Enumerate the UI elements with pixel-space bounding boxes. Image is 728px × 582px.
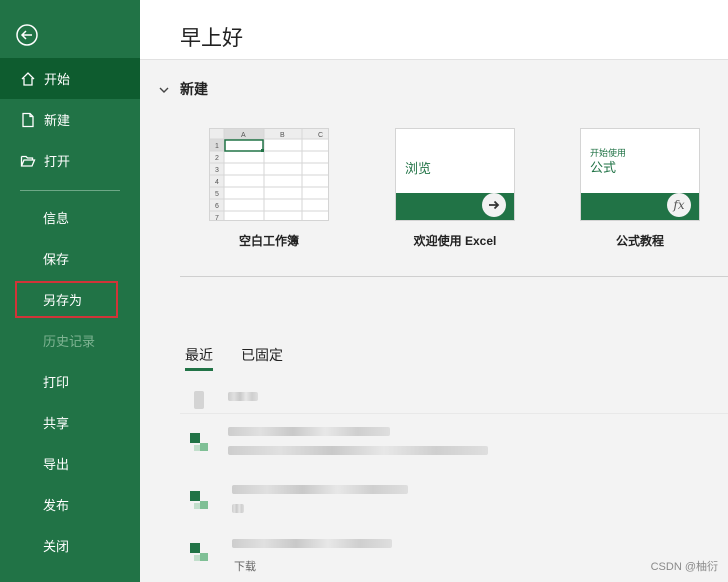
template-welcome-excel[interactable]: 浏览 欢迎使用 Excel bbox=[395, 128, 515, 249]
sidebar-item-label: 打开 bbox=[44, 154, 71, 169]
recent-file-item[interactable] bbox=[180, 421, 728, 469]
sidebar-item-save[interactable]: 保存 bbox=[0, 238, 140, 279]
sidebar-item-label: 历史记录 bbox=[43, 334, 96, 349]
excel-file-icon bbox=[190, 489, 218, 515]
excel-file-icon bbox=[190, 541, 218, 567]
template-blank-workbook[interactable]: A B C 1 2 3 4 5 6 7 空白工作簿 bbox=[209, 128, 329, 249]
new-section-toggle[interactable]: 新建 bbox=[158, 79, 208, 99]
section-divider bbox=[180, 276, 728, 277]
sidebar-item-label: 信息 bbox=[43, 211, 70, 226]
recent-file-item[interactable] bbox=[180, 479, 728, 527]
row-header: 7 bbox=[215, 215, 219, 221]
template-name: 欢迎使用 Excel bbox=[413, 234, 497, 248]
sidebar-item-label: 另存为 bbox=[43, 293, 83, 308]
sidebar-item-publish[interactable]: 发布 bbox=[0, 484, 140, 525]
sidebar-item-export[interactable]: 导出 bbox=[0, 443, 140, 484]
sidebar-item-label: 开始 bbox=[44, 72, 71, 87]
recent-file-item[interactable]: 下载 bbox=[180, 531, 728, 579]
sidebar-item-label: 关闭 bbox=[43, 539, 70, 554]
home-icon bbox=[20, 71, 36, 87]
template-name: 空白工作簿 bbox=[238, 234, 299, 248]
template-thumbnail: 浏览 bbox=[395, 128, 515, 221]
row-header: 2 bbox=[215, 155, 219, 162]
sidebar-item-label: 共享 bbox=[43, 416, 70, 431]
back-arrow-icon[interactable] bbox=[16, 24, 38, 46]
template-formula-tutorial[interactable]: 开始使用 公式 fx 公式教程 bbox=[580, 128, 700, 249]
chevron-down-icon bbox=[158, 83, 170, 95]
sidebar-item-history: 历史记录 bbox=[0, 320, 140, 361]
folder-open-icon bbox=[20, 153, 36, 169]
thumb-title: 公式 bbox=[590, 160, 617, 175]
row-header: 1 bbox=[215, 143, 219, 150]
watermark: CSDN @柚衍 bbox=[650, 561, 718, 573]
page-title: 早上好 bbox=[180, 27, 243, 50]
sidebar-item-close[interactable]: 关闭 bbox=[0, 525, 140, 566]
row-header: 4 bbox=[215, 179, 219, 186]
tab-recent[interactable]: 最近 bbox=[185, 345, 213, 371]
recent-file-location: 下载 bbox=[234, 561, 256, 573]
thumb-text: 浏览 bbox=[405, 161, 432, 176]
sidebar-item-label: 打印 bbox=[43, 375, 70, 390]
sidebar-item-print[interactable]: 打印 bbox=[0, 361, 140, 402]
spreadsheet-grid-icon: A B C 1 2 3 4 5 6 7 bbox=[210, 129, 328, 221]
template-thumbnail: A B C 1 2 3 4 5 6 7 bbox=[209, 128, 329, 221]
arrow-right-icon bbox=[482, 193, 506, 217]
column-header: C bbox=[318, 132, 323, 139]
backstage-sidebar: 开始 新建 打开 信息 保存 另存为 历史记录 打印 共享 导出 发布 关闭 bbox=[0, 0, 140, 582]
tab-pinned[interactable]: 已固定 bbox=[241, 345, 283, 365]
sidebar-item-new[interactable]: 新建 bbox=[0, 99, 140, 140]
sidebar-item-info[interactable]: 信息 bbox=[0, 197, 140, 238]
section-title: 新建 bbox=[180, 81, 208, 97]
sidebar-item-label: 发布 bbox=[43, 498, 70, 513]
new-document-icon bbox=[20, 112, 36, 128]
column-header: A bbox=[241, 132, 246, 139]
backstage-header: 早上好 bbox=[140, 0, 728, 60]
column-header: B bbox=[280, 132, 285, 139]
sidebar-item-home[interactable]: 开始 bbox=[0, 58, 140, 99]
row-divider bbox=[180, 413, 728, 414]
excel-file-icon bbox=[190, 431, 218, 457]
template-thumbnail: 开始使用 公式 fx bbox=[580, 128, 700, 221]
sidebar-item-open[interactable]: 打开 bbox=[0, 140, 140, 181]
backstage-main: 新建 A B C 1 2 3 4 5 6 7 空白工作簿 浏览 欢迎使用 Exc… bbox=[140, 61, 728, 582]
template-name: 公式教程 bbox=[615, 234, 664, 248]
row-header: 5 bbox=[215, 191, 219, 198]
sidebar-item-share[interactable]: 共享 bbox=[0, 402, 140, 443]
row-header: 6 bbox=[215, 203, 219, 210]
sidebar-item-save-as[interactable]: 另存为 bbox=[0, 279, 140, 320]
function-fx-icon: fx bbox=[667, 193, 691, 217]
sidebar-item-label: 保存 bbox=[43, 252, 70, 267]
sidebar-divider bbox=[20, 190, 120, 191]
row-header: 3 bbox=[215, 167, 219, 174]
sidebar-item-label: 导出 bbox=[43, 457, 70, 472]
sidebar-item-label: 新建 bbox=[44, 113, 71, 128]
